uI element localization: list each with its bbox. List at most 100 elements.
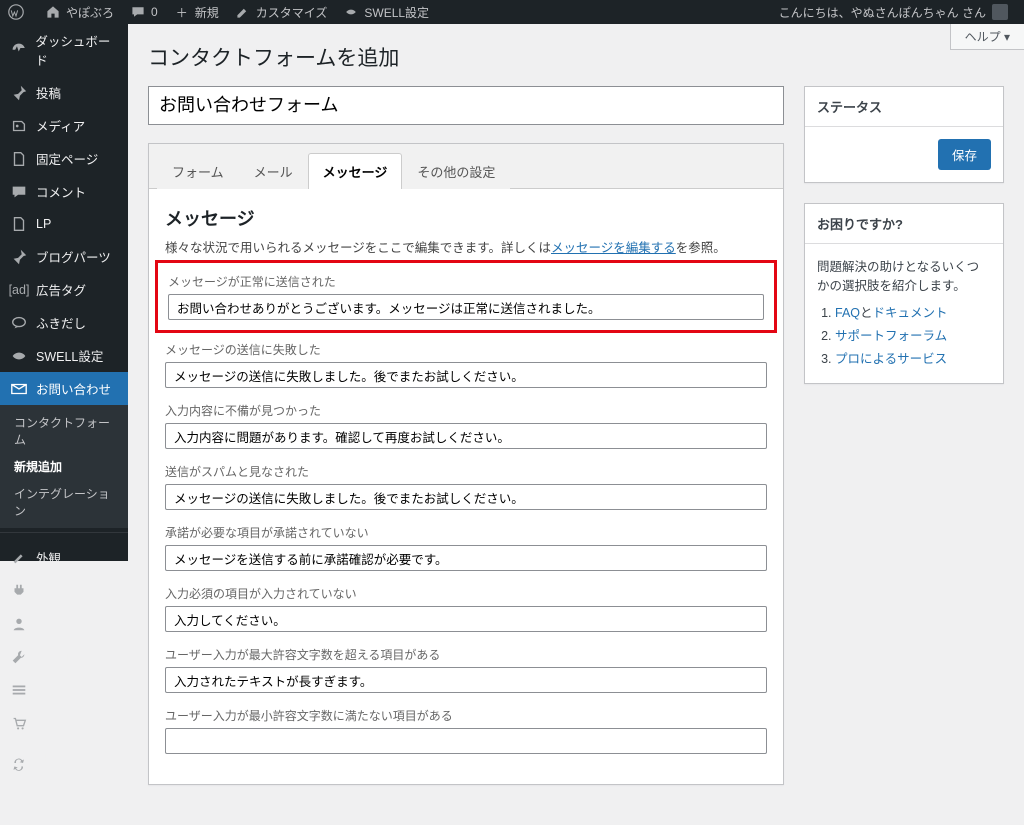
message-input[interactable] xyxy=(165,667,767,693)
sidebar-item-ad[interactable]: [ad] 広告タグ xyxy=(0,273,128,306)
message-field-row: メッセージの送信に失敗した xyxy=(165,341,767,388)
save-button[interactable]: 保存 xyxy=(938,139,991,170)
tab-mail[interactable]: メール xyxy=(239,153,308,189)
sidebar-item-contact[interactable]: お問い合わせ xyxy=(0,372,128,405)
sidebar-item-pin[interactable]: 投稿 xyxy=(0,76,128,109)
sidebar-item-label: ふきだし xyxy=(36,313,86,332)
lead-text: 様々な状況で用いられるメッセージをここで編集できます。詳しくはメッセージを編集す… xyxy=(165,237,767,256)
sidebar-item-page[interactable]: 固定ページ xyxy=(0,142,128,175)
field-label: ユーザー入力が最小許容文字数に満たない項目がある xyxy=(165,707,767,724)
sidebar-item-label: 投稿 xyxy=(36,83,61,102)
form-title-input[interactable] xyxy=(148,86,784,125)
swell-icon xyxy=(10,347,28,365)
sidebar-item-label: ダッシュボード xyxy=(35,31,120,69)
sidebar-item-label: プラグイン xyxy=(36,581,99,600)
submenu-item[interactable]: インテグレーション xyxy=(0,480,128,524)
field-label: 入力必須の項目が入力されていない xyxy=(165,585,767,602)
page-icon xyxy=(10,150,28,168)
message-field-row: ユーザー入力が最大許容文字数を超える項目がある xyxy=(165,646,767,693)
help-box-title: お困りですか? xyxy=(805,204,1003,244)
wp-logo[interactable] xyxy=(0,0,37,24)
swell-setting-link[interactable]: SWELL設定 xyxy=(335,0,437,24)
sidebar-item-cart[interactable]: ポチップ管理 xyxy=(0,706,128,739)
submenu-item[interactable]: 新規追加 xyxy=(0,453,128,480)
sidebar-item-tool[interactable]: ツール xyxy=(0,640,128,673)
message-input[interactable] xyxy=(168,294,764,320)
field-label: メッセージが正常に送信された xyxy=(168,273,764,290)
user-greeting[interactable]: こんにちは、やぬさんぽんちゃん さん xyxy=(771,0,1016,24)
tab-messages[interactable]: メッセージ xyxy=(308,153,403,189)
message-input[interactable] xyxy=(165,606,767,632)
tab-other[interactable]: その他の設定 xyxy=(402,153,510,189)
message-field-row: 送信がスパムと見なされた xyxy=(165,463,767,510)
sidebar-item-label: 再利用ブロック xyxy=(35,746,120,784)
sidebar-item-label: 設定 xyxy=(36,680,61,699)
comment-icon xyxy=(10,183,28,201)
user-icon xyxy=(10,615,28,633)
sidebar-item-swell[interactable]: SWELL設定 xyxy=(0,339,128,372)
sidebar-item-label: ブログパーツ xyxy=(36,247,111,266)
message-input[interactable] xyxy=(165,362,767,388)
tool-icon xyxy=(10,648,28,666)
sidebar-item-label: お問い合わせ xyxy=(36,379,111,398)
comments-bubble[interactable]: 0 xyxy=(122,0,166,24)
section-title: メッセージ xyxy=(165,205,767,231)
mail-icon xyxy=(10,380,28,398)
sidebar-item-label: メディア xyxy=(36,116,85,135)
sidebar-item-settings[interactable]: 設定 xyxy=(0,673,128,706)
forum-link[interactable]: サポートフォーラム xyxy=(835,329,947,343)
sidebar-item-reuse[interactable]: 再利用ブロック xyxy=(0,739,128,791)
customize-link[interactable]: カスタマイズ xyxy=(227,0,336,24)
plugin-icon xyxy=(10,582,28,600)
message-input[interactable] xyxy=(165,545,767,571)
tab-form[interactable]: フォーム xyxy=(157,153,239,189)
admin-bar: やぽぶろ 0 ＋新規 カスタマイズ SWELL設定 こんにちは、やぬさんぽんちゃ… xyxy=(0,0,1024,24)
help-tab: ヘルプ ▾ xyxy=(950,24,1024,50)
sidebar-item-dashboard[interactable]: ダッシュボード xyxy=(0,24,128,76)
sidebar-item-label: LP xyxy=(36,217,51,231)
media-icon xyxy=(10,117,28,135)
message-input[interactable] xyxy=(165,423,767,449)
message-input[interactable] xyxy=(165,728,767,754)
site-home[interactable]: やぽぶろ xyxy=(37,0,122,24)
sidebar-item-comment[interactable]: コメント xyxy=(0,175,128,208)
new-content[interactable]: ＋新規 xyxy=(166,0,227,24)
sidebar-item-label: ユーザー xyxy=(36,614,86,633)
status-title: ステータス xyxy=(805,87,1003,127)
help-toggle[interactable]: ヘルプ ▾ xyxy=(950,24,1024,50)
sidebar-item-user[interactable]: ユーザー xyxy=(0,607,128,640)
sidebar-item-page[interactable]: LP xyxy=(0,208,128,240)
pro-link[interactable]: プロによるサービス xyxy=(835,352,947,366)
sidebar-item-label: コメント xyxy=(36,182,86,201)
message-field-row: 入力必須の項目が入力されていない xyxy=(165,585,767,632)
cart-icon xyxy=(10,714,28,732)
ad-icon: [ad] xyxy=(10,281,28,299)
sidebar-item-bubble[interactable]: ふきだし xyxy=(0,306,128,339)
submenu-item[interactable]: コンタクトフォーム xyxy=(0,409,128,453)
docs-link[interactable]: ドキュメント xyxy=(873,306,948,320)
reuse-icon xyxy=(10,756,27,774)
sidebar-item-pin[interactable]: ブログパーツ xyxy=(0,240,128,273)
help-desc: 問題解決の助けとなるいくつかの選択肢を紹介します。 xyxy=(817,256,991,294)
form-editor-box: フォームメールメッセージその他の設定 メッセージ 様々な状況で用いられるメッセー… xyxy=(148,143,784,785)
tabs-bar: フォームメールメッセージその他の設定 xyxy=(149,144,783,189)
message-field-row: メッセージが正常に送信された xyxy=(155,260,777,333)
sidebar-item-media[interactable]: メディア xyxy=(0,109,128,142)
sidebar-submenu: コンタクトフォーム新規追加インテグレーション xyxy=(0,405,128,528)
sidebar-item-label: SWELL設定 xyxy=(36,346,103,365)
status-box: ステータス 保存 xyxy=(804,86,1004,183)
message-field-row: 承諾が必要な項目が承諾されていない xyxy=(165,524,767,571)
sidebar-item-label: ポチップ管理 xyxy=(36,713,111,732)
field-label: 承諾が必要な項目が承諾されていない xyxy=(165,524,767,541)
sidebar-item-label: 外観 xyxy=(36,548,61,567)
faq-link[interactable]: FAQ xyxy=(835,306,860,320)
sidebar-item-plugin[interactable]: プラグイン xyxy=(0,574,128,607)
content-area: コンタクトフォームを追加 フォームメールメッセージその他の設定 メッセージ 様々… xyxy=(128,24,1024,825)
lead-link[interactable]: メッセージを編集する xyxy=(551,241,676,255)
field-label: ユーザー入力が最大許容文字数を超える項目がある xyxy=(165,646,767,663)
sidebar-item-label: 広告タグ xyxy=(36,280,86,299)
field-label: メッセージの送信に失敗した xyxy=(165,341,767,358)
page-icon xyxy=(10,215,28,233)
sidebar-item-appearance[interactable]: 外観 xyxy=(0,541,128,574)
message-input[interactable] xyxy=(165,484,767,510)
